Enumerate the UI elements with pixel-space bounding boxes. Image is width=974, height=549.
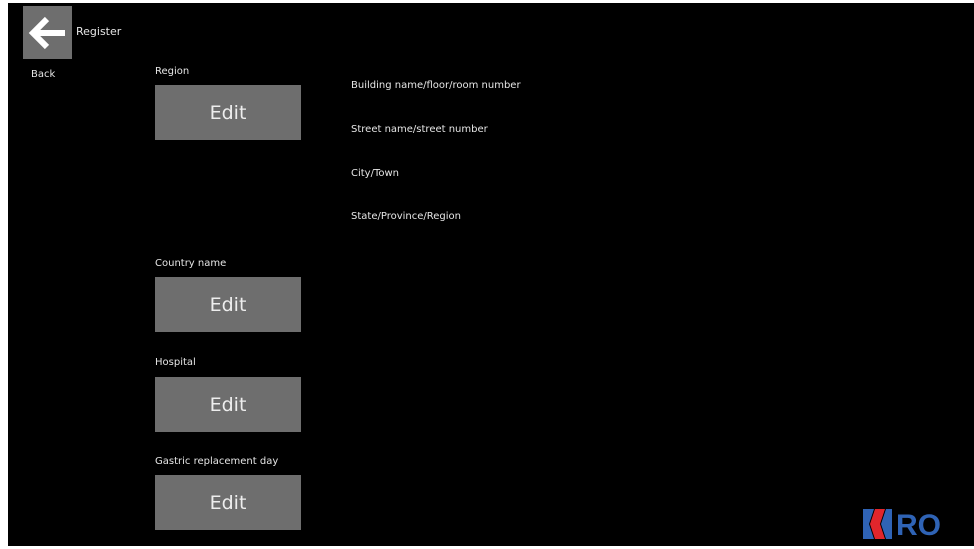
hospital-label: Hospital (155, 357, 196, 368)
register-screen: Back Register Region Edit Building name/… (8, 3, 974, 546)
brand-logo-icon: RO (863, 509, 941, 542)
page-title: Register (76, 25, 122, 38)
region-edit-button[interactable]: Edit (155, 85, 301, 140)
country-edit-button[interactable]: Edit (155, 277, 301, 332)
back-label: Back (31, 69, 56, 80)
arrow-left-icon (28, 16, 65, 49)
country-label: Country name (155, 258, 227, 269)
gastric-label: Gastric replacement day (155, 456, 279, 467)
hospital-edit-button[interactable]: Edit (155, 377, 301, 432)
region-label: Region (155, 66, 190, 77)
logo-text: RO (896, 509, 941, 542)
gastric-edit-button[interactable]: Edit (155, 475, 301, 530)
address-line-state: State/Province/Region (351, 211, 461, 222)
address-line-building: Building name/floor/room number (351, 80, 521, 91)
address-line-city: City/Town (351, 168, 400, 179)
address-line-street: Street name/street number (351, 124, 488, 135)
back-button[interactable] (23, 6, 72, 59)
